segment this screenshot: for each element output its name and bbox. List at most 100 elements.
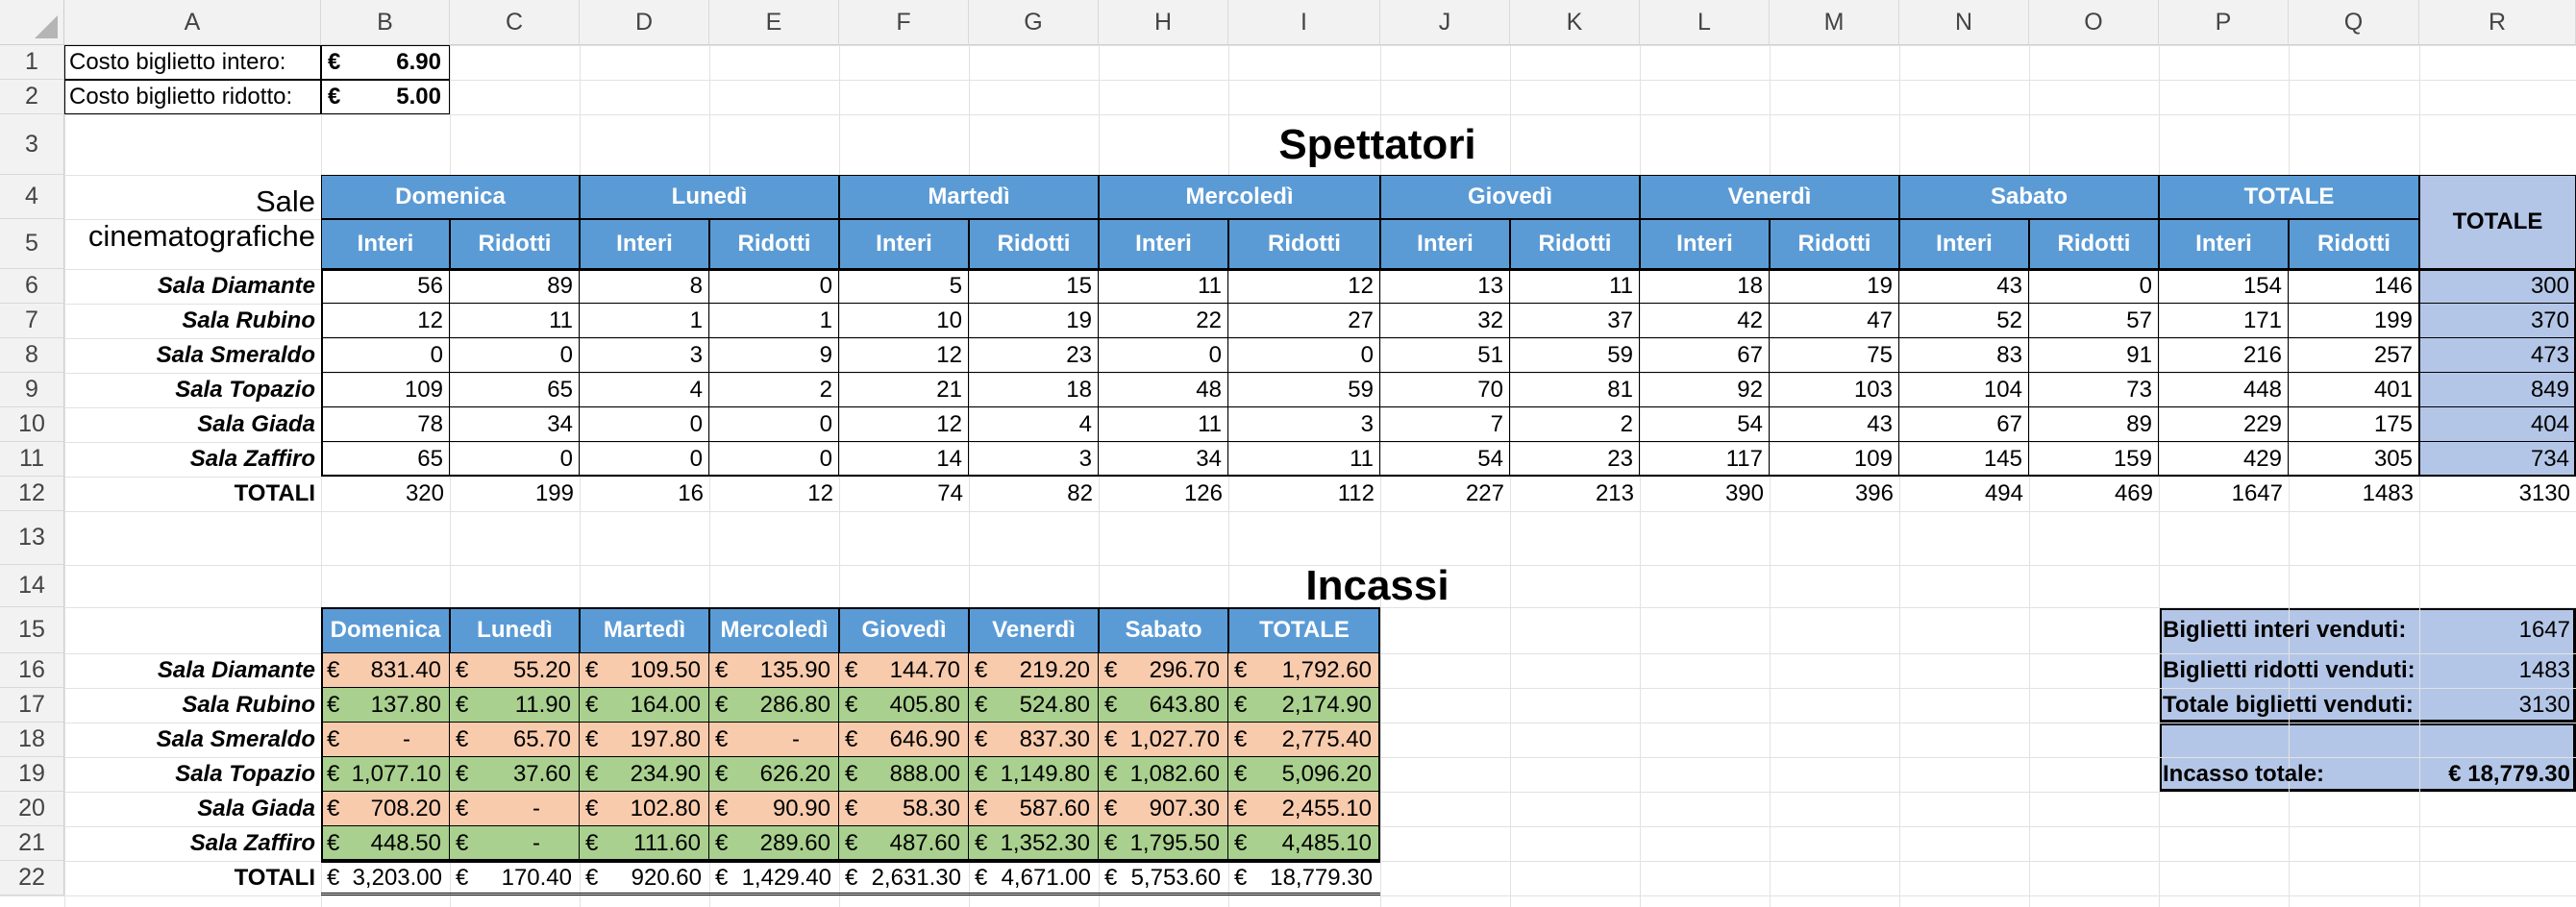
spettatori-cell[interactable]: 54 [1380, 442, 1510, 477]
spettatori-cell[interactable]: 67 [1899, 407, 2029, 442]
spettatori-total-cell[interactable]: 126 [1099, 477, 1228, 511]
spettatori-cell[interactable]: 7 [1380, 407, 1510, 442]
spettatori-cell[interactable]: 257 [2289, 338, 2419, 373]
column-header-a[interactable]: A [64, 0, 321, 45]
sale-label-line1[interactable]: Sale [64, 175, 321, 219]
sala-name[interactable]: Sala Rubino [64, 688, 321, 723]
column-header-j[interactable]: J [1380, 0, 1510, 45]
spettatori-total-cell[interactable]: 494 [1899, 477, 2029, 511]
sala-name[interactable]: Sala Diamante [64, 653, 321, 688]
spettatori-cell[interactable]: 59 [1510, 338, 1640, 373]
incasso-cell[interactable]: €111.60 [580, 826, 709, 861]
row-header-10[interactable]: 10 [0, 407, 64, 442]
spettatori-cell[interactable]: 89 [450, 269, 580, 304]
spettatori-total-cell[interactable]: 469 [2029, 477, 2159, 511]
incasso-cell[interactable]: €2,455.10 [1228, 792, 1380, 826]
spettatori-cell[interactable]: 9 [709, 338, 839, 373]
spettatori-total-cell[interactable]: 74 [839, 477, 969, 511]
spettatori-cell[interactable]: 52 [1899, 304, 2029, 338]
spettatori-day-header[interactable]: Giovedì [1380, 175, 1640, 219]
spettatori-cell[interactable]: 67 [1640, 338, 1770, 373]
spettatori-cell[interactable]: 37 [1510, 304, 1640, 338]
incasso-cell[interactable]: €144.70 [839, 653, 969, 688]
incasso-cell[interactable]: €286.80 [709, 688, 839, 723]
spettatori-total-cell[interactable]: 320 [321, 477, 450, 511]
spettatori-cell[interactable]: 5 [839, 269, 969, 304]
incasso-total-cell[interactable]: €18,779.30 [1228, 861, 1380, 895]
incassi-header[interactable]: Mercoledì [709, 607, 839, 653]
sub-header-interi[interactable]: Interi [1899, 219, 2029, 269]
incasso-cell[interactable]: €1,149.80 [969, 757, 1099, 792]
spettatori-cell[interactable]: 154 [2159, 269, 2289, 304]
row-header-20[interactable]: 20 [0, 792, 64, 826]
row-header-16[interactable]: 16 [0, 653, 64, 688]
spettatori-cell[interactable]: 12 [1228, 269, 1380, 304]
row-header-5[interactable]: 5 [0, 219, 64, 269]
spettatori-cell[interactable]: 2 [1510, 407, 1640, 442]
column-header-m[interactable]: M [1770, 0, 1899, 45]
column-header-b[interactable]: B [321, 0, 450, 45]
sala-name[interactable]: Sala Giada [64, 792, 321, 826]
spettatori-cell[interactable]: 43 [1770, 407, 1899, 442]
spettatori-cell[interactable]: 32 [1380, 304, 1510, 338]
incasso-cell[interactable]: €1,795.50 [1099, 826, 1228, 861]
spettatori-cell[interactable]: 89 [2029, 407, 2159, 442]
incasso-cell[interactable]: €1,352.30 [969, 826, 1099, 861]
sub-header-interi[interactable]: Interi [580, 219, 709, 269]
row-header-18[interactable]: 18 [0, 723, 64, 757]
incasso-cell[interactable]: €289.60 [709, 826, 839, 861]
row-header-21[interactable]: 21 [0, 826, 64, 861]
spettatori-total-cell[interactable]: 199 [450, 477, 580, 511]
spettatori-total-cell[interactable]: 112 [1228, 477, 1380, 511]
row-header-9[interactable]: 9 [0, 373, 64, 407]
incasso-cell[interactable]: €587.60 [969, 792, 1099, 826]
row-header-12[interactable]: 12 [0, 477, 64, 511]
spettatori-cell[interactable]: 0 [450, 442, 580, 477]
spettatori-cell[interactable]: 216 [2159, 338, 2289, 373]
incassi-header[interactable]: Martedì [580, 607, 709, 653]
spettatori-cell[interactable]: 146 [2289, 269, 2419, 304]
column-header-i[interactable]: I [1228, 0, 1380, 45]
incasso-total-cell[interactable]: €1,429.40 [709, 861, 839, 895]
spettatori-cell[interactable]: 65 [450, 373, 580, 407]
spettatori-cell[interactable]: 34 [1099, 442, 1228, 477]
spettatori-cell[interactable]: 47 [1770, 304, 1899, 338]
incasso-cell[interactable]: €102.80 [580, 792, 709, 826]
spettatori-cell[interactable]: 27 [1228, 304, 1380, 338]
select-all-corner[interactable] [0, 0, 64, 45]
incasso-cell[interactable]: €137.80 [321, 688, 450, 723]
spettatori-cell[interactable]: 75 [1770, 338, 1899, 373]
row-header-11[interactable]: 11 [0, 442, 64, 477]
spettatori-cell[interactable]: 11 [1510, 269, 1640, 304]
price-ridotto-label[interactable]: Costo biglietto ridotto: [64, 80, 321, 114]
spettatori-cell[interactable]: 229 [2159, 407, 2289, 442]
incasso-cell[interactable]: €1,077.10 [321, 757, 450, 792]
spettatori-cell[interactable]: 104 [1899, 373, 2029, 407]
incasso-cell[interactable]: €296.70 [1099, 653, 1228, 688]
column-header-p[interactable]: P [2159, 0, 2289, 45]
incassi-header[interactable]: Domenica [321, 607, 450, 653]
spettatori-cell[interactable]: 1 [709, 304, 839, 338]
sala-total[interactable]: 300 [2419, 269, 2576, 304]
incassi-header[interactable]: Venerdì [969, 607, 1099, 653]
sala-name[interactable]: Sala Diamante [64, 269, 321, 304]
spettatori-cell[interactable]: 0 [2029, 269, 2159, 304]
incassi-header[interactable]: Giovedì [839, 607, 969, 653]
spettatori-cell[interactable]: 429 [2159, 442, 2289, 477]
column-header-e[interactable]: E [709, 0, 839, 45]
incasso-cell[interactable]: €643.80 [1099, 688, 1228, 723]
spettatori-cell[interactable]: 0 [580, 407, 709, 442]
incassi-header[interactable]: TOTALE [1228, 607, 1380, 653]
column-header-g[interactable]: G [969, 0, 1099, 45]
column-header-h[interactable]: H [1099, 0, 1228, 45]
spettatori-grand-total[interactable]: 3130 [2419, 477, 2576, 511]
incasso-cell[interactable]: € - [321, 723, 450, 757]
sub-header-interi[interactable]: Interi [1099, 219, 1228, 269]
incasso-cell[interactable]: €197.80 [580, 723, 709, 757]
sala-total[interactable]: 404 [2419, 407, 2576, 442]
spettatori-cell[interactable]: 14 [839, 442, 969, 477]
incasso-cell[interactable]: €135.90 [709, 653, 839, 688]
incasso-total-cell[interactable]: €3,203.00 [321, 861, 450, 895]
incasso-cell[interactable]: €11.90 [450, 688, 580, 723]
spettatori-cell[interactable]: 145 [1899, 442, 2029, 477]
